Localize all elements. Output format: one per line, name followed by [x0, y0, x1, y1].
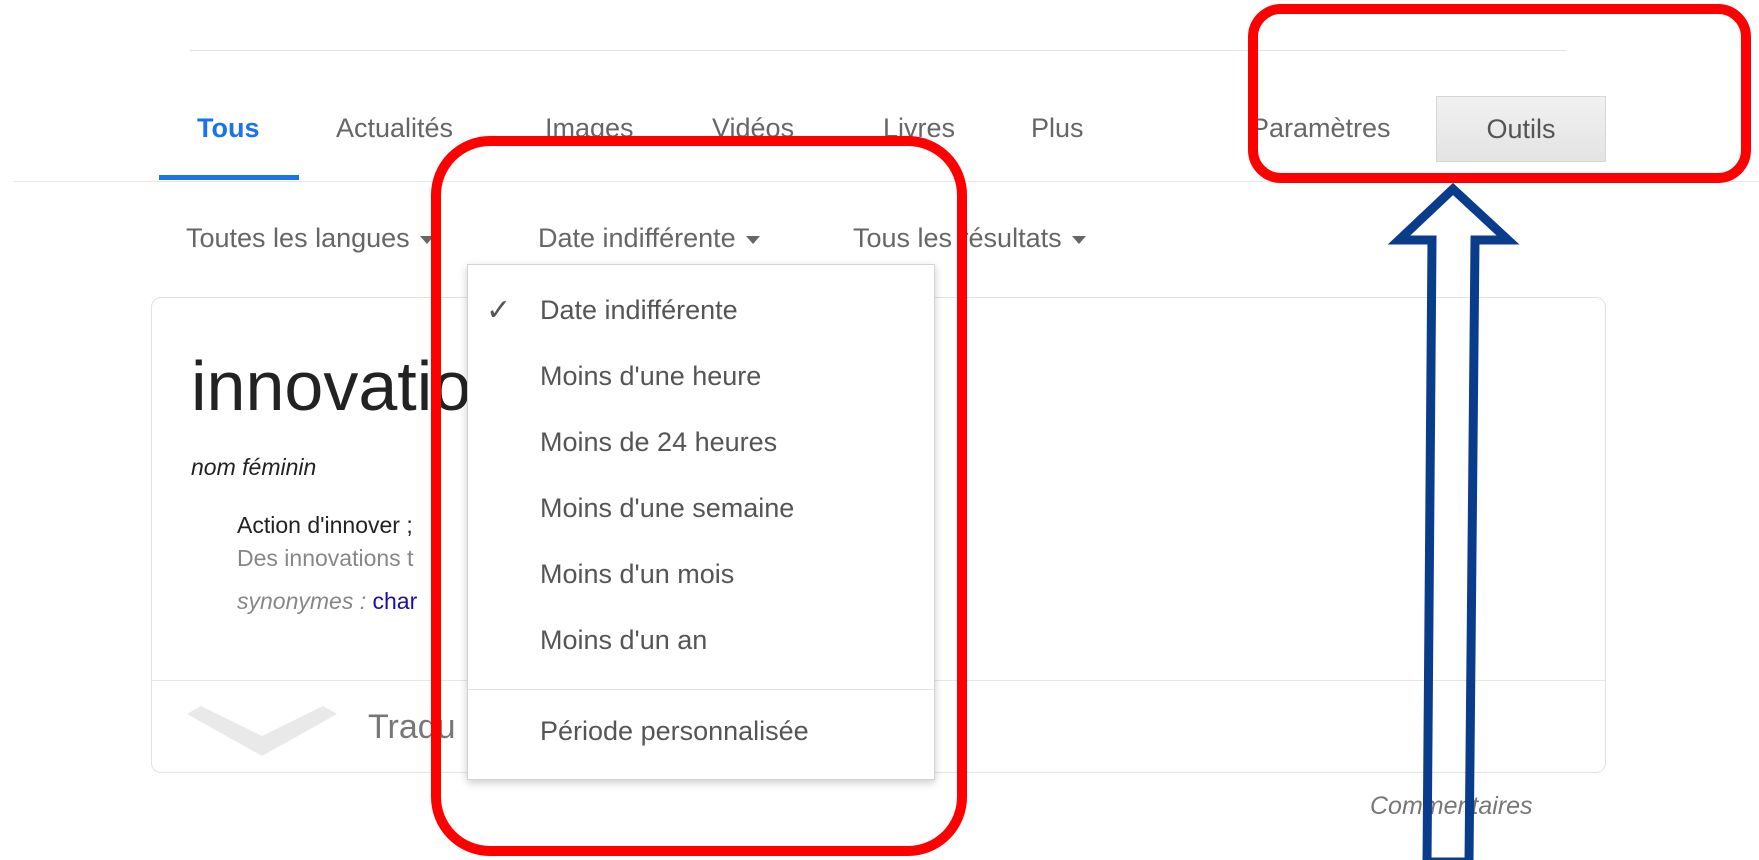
dropdown-item-past-hour[interactable]: Moins d'une heure	[468, 347, 934, 407]
tabs-divider	[13, 181, 1759, 182]
caret-down-icon	[1071, 235, 1086, 244]
dropdown-item-label: Moins d'un an	[540, 625, 708, 655]
dropdown-item-label: Date indifférente	[540, 295, 738, 325]
tools-button[interactable]: Outils	[1436, 96, 1606, 162]
settings-link[interactable]: Paramètres	[1251, 112, 1391, 144]
example: Des innovations t	[237, 545, 414, 571]
dropdown-item-past-week[interactable]: Moins d'une semaine	[468, 479, 934, 539]
dropdown-item-past-month[interactable]: Moins d'un mois	[468, 545, 934, 605]
part-of-speech: nom féminin	[191, 454, 317, 480]
dropdown-item-label: Moins de 24 heures	[540, 427, 778, 457]
headword: innovatio	[191, 347, 472, 425]
dropdown-item-custom-range[interactable]: Période personnalisée	[468, 702, 934, 762]
synonyms-label: synonymes :	[237, 588, 367, 614]
expand-chevron-icon[interactable]	[187, 706, 337, 756]
tab-videos[interactable]: Vidéos	[712, 112, 794, 144]
tab-more[interactable]: Plus	[1031, 112, 1084, 144]
dropdown-divider	[468, 689, 934, 690]
dropdown-item-past-24-hours[interactable]: Moins de 24 heures	[468, 413, 934, 473]
date-filter-label: Date indifférente	[538, 223, 736, 253]
dropdown-item-any-date[interactable]: ✓ Date indifférente	[468, 281, 934, 341]
results-filter-label: Tous les résultats	[853, 223, 1062, 253]
top-divider	[190, 50, 1566, 51]
tools-label: Outils	[1486, 113, 1556, 144]
results-filter[interactable]: Tous les résultats	[853, 222, 1086, 254]
dropdown-item-past-year[interactable]: Moins d'un an	[468, 611, 934, 671]
dropdown-item-label: Moins d'une heure	[540, 361, 762, 391]
definition: Action d'innover ;	[237, 512, 413, 538]
active-tab-indicator	[159, 175, 299, 180]
tab-all[interactable]: Tous	[197, 112, 260, 144]
checkmark-icon: ✓	[486, 294, 512, 327]
tab-images[interactable]: Images	[545, 112, 634, 144]
tab-news[interactable]: Actualités	[336, 112, 453, 144]
synonyms-row: synonymes : char	[237, 588, 417, 615]
language-filter[interactable]: Toutes les langues	[186, 222, 434, 254]
caret-down-icon	[419, 235, 434, 244]
date-dropdown-menu: ✓ Date indifférente Moins d'une heure Mo…	[467, 264, 935, 780]
dropdown-item-label: Moins d'une semaine	[540, 493, 795, 523]
dropdown-item-label: Période personnalisée	[540, 716, 809, 746]
date-filter[interactable]: Date indifférente	[538, 222, 760, 254]
translate-label[interactable]: Tradu	[368, 708, 456, 747]
dropdown-item-label: Moins d'un mois	[540, 559, 735, 589]
feedback-link[interactable]: Commentaires	[1370, 792, 1533, 821]
caret-down-icon	[745, 235, 760, 244]
tab-books[interactable]: Livres	[883, 112, 955, 144]
language-filter-label: Toutes les langues	[186, 223, 410, 253]
synonym-link[interactable]: char	[373, 588, 418, 614]
